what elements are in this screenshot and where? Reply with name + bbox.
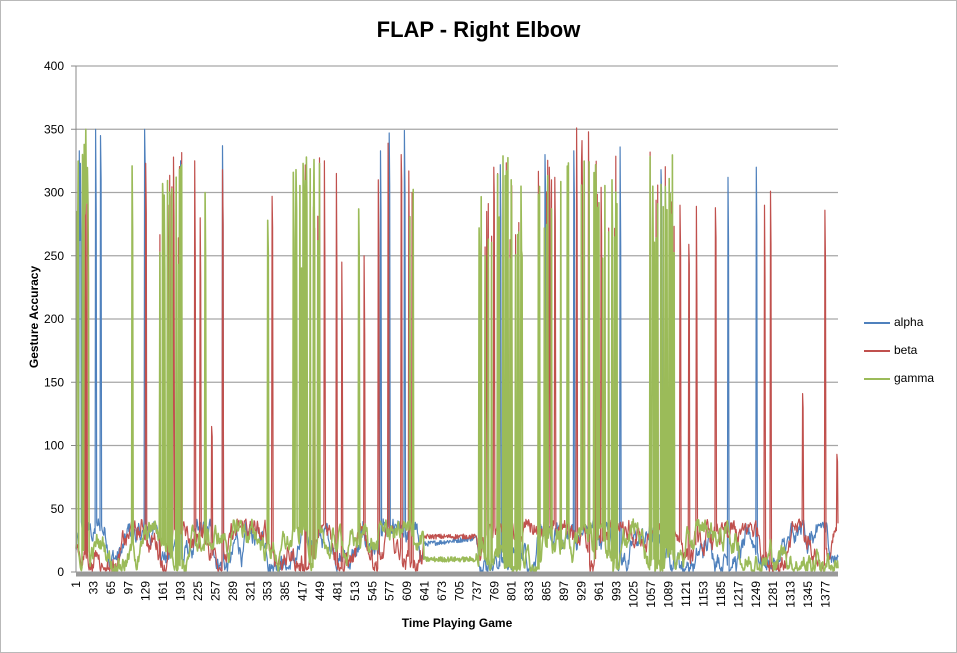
- x-tick-label: 641: [418, 581, 432, 601]
- y-tick-label: 300: [44, 186, 64, 200]
- x-tick-label: 1217: [731, 581, 745, 608]
- x-tick-label: 737: [470, 581, 484, 601]
- x-tick-label: 801: [505, 581, 519, 601]
- x-tick-label: 513: [348, 581, 362, 601]
- x-tick-label: 865: [540, 581, 554, 601]
- legend-label: beta: [894, 343, 918, 357]
- y-tick-label: 250: [44, 249, 64, 263]
- x-tick-label: 545: [365, 581, 379, 601]
- legend-swatch: [864, 377, 890, 380]
- x-tick-label: 1153: [696, 581, 710, 607]
- x-tick-label: 33: [86, 581, 100, 595]
- legend-label: gamma: [894, 371, 935, 385]
- x-tick-label: 1: [69, 581, 83, 588]
- x-tick-label: 577: [383, 581, 397, 601]
- x-tick-label: 1185: [714, 581, 728, 607]
- series-line-gamma: [75, 128, 839, 573]
- x-tick-label: 1025: [627, 581, 641, 608]
- y-tick-label: 0: [57, 565, 64, 579]
- x-tick-label: 833: [522, 581, 536, 601]
- y-tick-label: 100: [44, 439, 64, 453]
- x-tick-label: 673: [435, 581, 449, 601]
- plot-area: 0 50 100 150 200 250 300 350 400 1 33 65 97 129 161 193…: [44, 59, 839, 608]
- x-tick-label: 1345: [801, 581, 815, 608]
- legend-swatch: [864, 349, 890, 352]
- x-tick-label: 385: [278, 581, 292, 601]
- x-tick-label: 1249: [749, 581, 763, 608]
- x-tick-label: 129: [139, 581, 153, 601]
- x-tick-label: 705: [452, 581, 466, 601]
- y-tick-label: 50: [51, 502, 65, 516]
- x-tick-label: 449: [313, 581, 327, 601]
- x-tick-label: 769: [487, 581, 501, 601]
- x-tick-label: 993: [609, 581, 623, 601]
- x-tick-label: 897: [557, 581, 571, 601]
- x-tick-label: 481: [330, 581, 344, 601]
- legend-item-alpha: alpha: [864, 315, 923, 329]
- x-tick-label: 321: [243, 581, 257, 601]
- x-tick-label: 289: [226, 581, 240, 601]
- x-tick-label: 65: [104, 581, 118, 595]
- x-tick-label: 1121: [679, 581, 693, 607]
- series-line-alpha: [75, 128, 839, 573]
- legend-swatch: [864, 321, 890, 324]
- x-tick-label: 257: [208, 581, 222, 601]
- x-tick-label: 1089: [662, 581, 676, 608]
- x-tick-label: 353: [261, 581, 275, 601]
- x-tick-label: 417: [296, 581, 310, 601]
- series-line-beta: [75, 127, 839, 573]
- x-tick-label: 1057: [644, 581, 658, 608]
- x-tick-label: 193: [174, 581, 188, 601]
- y-tick-label: 200: [44, 312, 64, 326]
- x-tick-label: 225: [191, 581, 205, 601]
- y-tick-label: 350: [44, 122, 64, 136]
- x-tick-label: 1313: [784, 581, 798, 608]
- x-tick-label: 1377: [818, 581, 832, 608]
- x-tick-label: 609: [400, 581, 414, 601]
- x-tick-label: 161: [156, 581, 170, 601]
- x-tick-label: 929: [574, 581, 588, 601]
- y-tick-label: 150: [44, 375, 64, 389]
- legend-item-gamma: gamma: [864, 371, 934, 385]
- y-tick-label: 400: [44, 59, 64, 73]
- x-tick-label: 961: [592, 581, 606, 601]
- x-tick-label: 97: [121, 581, 135, 595]
- legend-label: alpha: [894, 315, 924, 329]
- x-tick-label: 1281: [766, 581, 780, 608]
- legend-item-beta: beta: [864, 343, 917, 357]
